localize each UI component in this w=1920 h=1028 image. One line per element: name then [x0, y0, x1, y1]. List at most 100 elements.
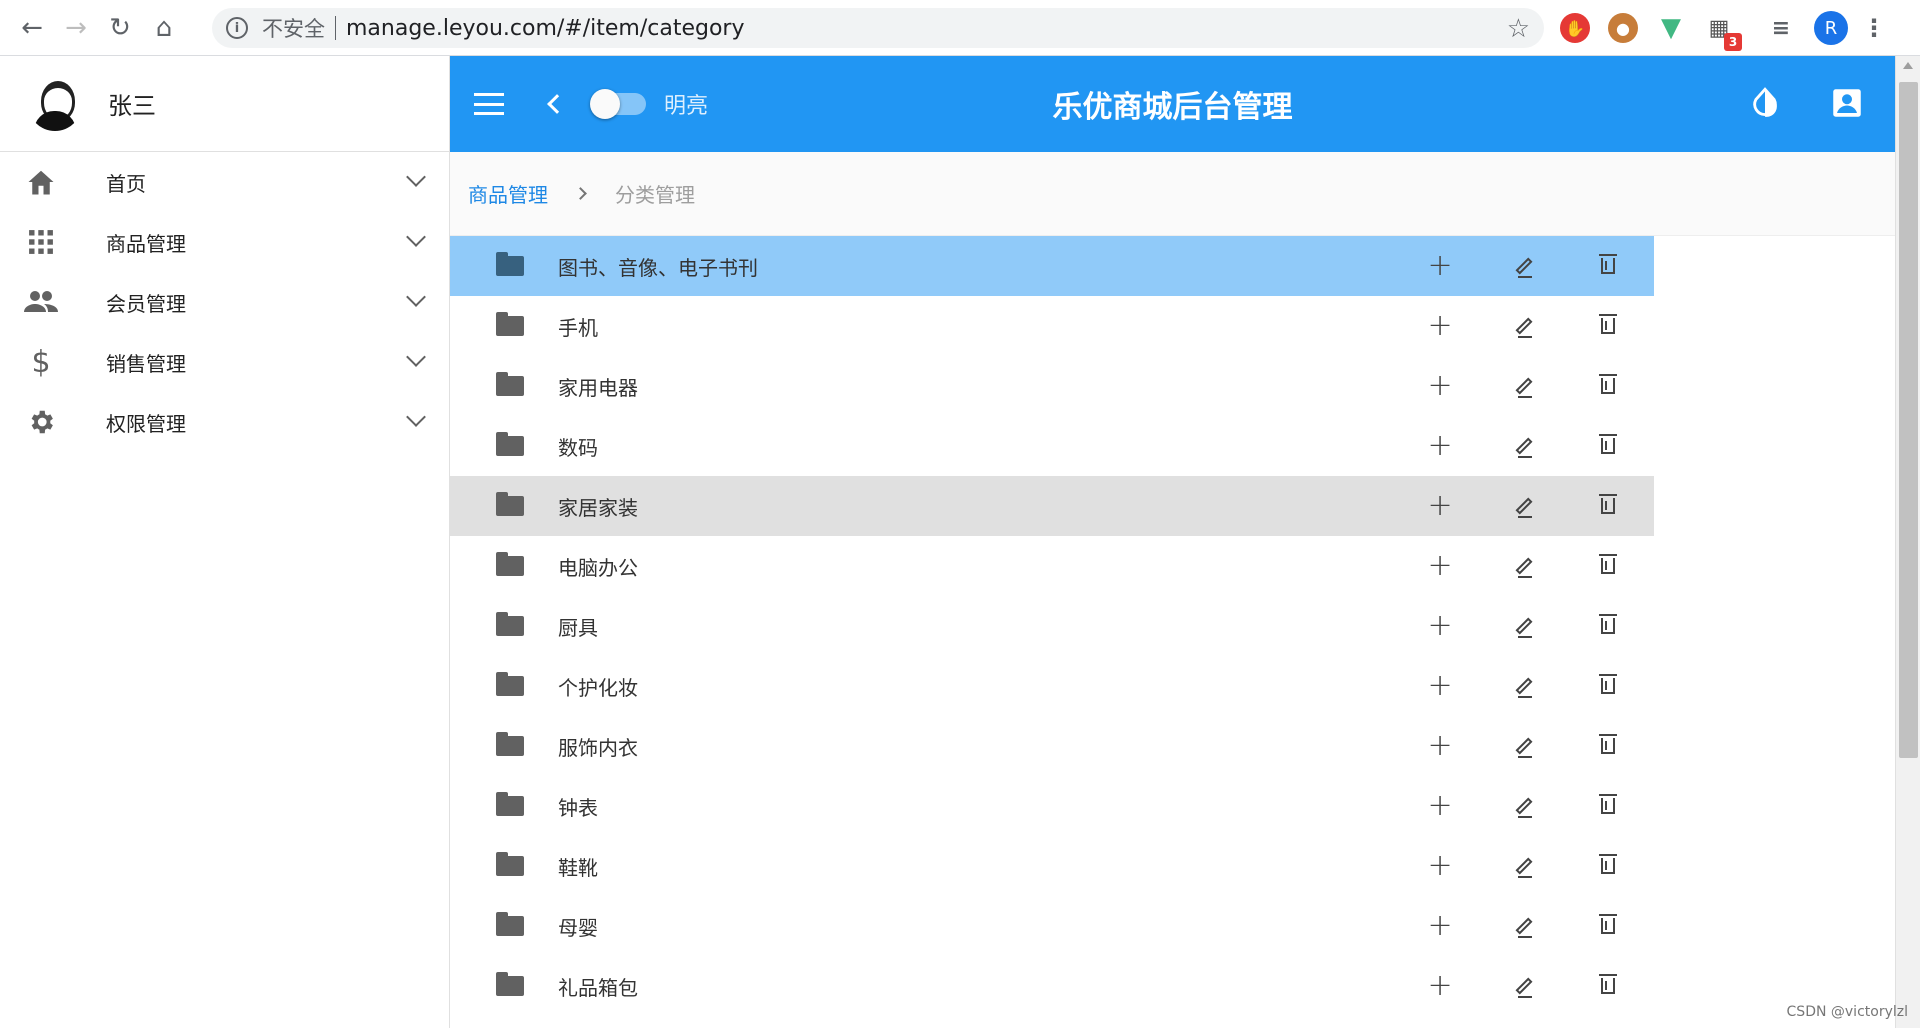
edit-icon[interactable]	[1512, 614, 1536, 638]
tree-row[interactable]: 厨具 +	[450, 596, 1654, 656]
tree-row[interactable]: 母婴 +	[450, 896, 1654, 956]
add-icon[interactable]: +	[1427, 851, 1452, 881]
edit-icon[interactable]	[1512, 254, 1536, 278]
edit-icon[interactable]	[1512, 674, 1536, 698]
edit-icon[interactable]	[1512, 914, 1536, 938]
sidebar-item-home[interactable]: 首页	[0, 152, 449, 212]
edit-icon[interactable]	[1512, 374, 1536, 398]
sidebar-item-label: 商品管理	[106, 231, 186, 256]
media-queue-icon[interactable]: ≡	[1766, 13, 1796, 43]
delete-icon[interactable]	[1596, 674, 1620, 698]
edit-icon[interactable]	[1512, 794, 1536, 818]
tree-row[interactable]: 家用电器 +	[450, 356, 1654, 416]
edit-icon[interactable]	[1512, 854, 1536, 878]
breadcrumb-link-products[interactable]: 商品管理	[468, 179, 548, 208]
add-icon[interactable]: +	[1427, 671, 1452, 701]
edit-underline	[1518, 816, 1532, 818]
account-box-icon[interactable]	[1830, 86, 1864, 120]
tree-row[interactable]: 电脑办公 +	[450, 536, 1654, 596]
edit-icon[interactable]	[1512, 974, 1536, 998]
apps-extension-icon[interactable]: ▦ 3	[1704, 13, 1742, 51]
edit-icon[interactable]	[1512, 494, 1536, 518]
profile-avatar[interactable]: R	[1814, 11, 1848, 45]
chevron-right-icon	[574, 187, 587, 200]
add-icon[interactable]: +	[1427, 911, 1452, 941]
switch-knob	[590, 89, 620, 119]
delete-icon[interactable]	[1596, 254, 1620, 278]
forward-arrow-icon[interactable]: →	[54, 6, 98, 50]
tree-row[interactable]: 数码 +	[450, 416, 1654, 476]
scrollbar-thumb[interactable]	[1899, 82, 1918, 758]
add-icon[interactable]: +	[1427, 431, 1452, 461]
extension-badge: 3	[1724, 33, 1742, 51]
edit-icon[interactable]	[1512, 734, 1536, 758]
delete-icon[interactable]	[1596, 314, 1620, 338]
tree-row[interactable]: 钟表 +	[450, 776, 1654, 836]
sidebar-item-members[interactable]: 会员管理	[0, 272, 449, 332]
delete-icon[interactable]	[1596, 974, 1620, 998]
tree-row[interactable]: 个护化妆 +	[450, 656, 1654, 716]
add-icon[interactable]: +	[1427, 491, 1452, 521]
browser-menu-icon[interactable]: ⋮	[1862, 13, 1886, 43]
add-icon[interactable]: +	[1427, 251, 1452, 281]
add-icon[interactable]: +	[1427, 611, 1452, 641]
delete-icon[interactable]	[1596, 794, 1620, 818]
tree-row[interactable]: 鞋靴 +	[450, 836, 1654, 896]
sidebar-item-permissions[interactable]: 权限管理	[0, 392, 449, 452]
delete-icon[interactable]	[1596, 854, 1620, 878]
url-text[interactable]: manage.leyou.com/#/item/category	[346, 16, 744, 41]
reload-icon[interactable]: ↻	[98, 6, 142, 50]
adblock-extension-icon[interactable]: ✋	[1560, 13, 1590, 43]
add-icon[interactable]: +	[1427, 791, 1452, 821]
sidebar-item-products[interactable]: 商品管理	[0, 212, 449, 272]
folder-icon	[496, 432, 524, 456]
category-label: 钟表	[558, 795, 598, 820]
category-label: 手机	[558, 315, 598, 340]
edit-icon[interactable]	[1512, 554, 1536, 578]
delete-icon[interactable]	[1596, 434, 1620, 458]
tree-row[interactable]: 手机 +	[450, 296, 1654, 356]
sidebar-item-sales[interactable]: $ 销售管理	[0, 332, 449, 392]
chevron-down-icon	[406, 407, 426, 427]
scroll-up-arrow-icon[interactable]	[1903, 62, 1913, 69]
menu-icon[interactable]	[474, 93, 504, 115]
delete-icon[interactable]	[1596, 734, 1620, 758]
theme-switch[interactable]	[590, 89, 646, 119]
info-icon[interactable]: i	[226, 17, 248, 39]
add-icon[interactable]: +	[1427, 371, 1452, 401]
add-icon[interactable]: +	[1427, 971, 1452, 1001]
bookmark-star-icon[interactable]: ☆	[1507, 14, 1530, 44]
tree-row[interactable]: 图书、音像、电子书刊 +	[450, 236, 1654, 296]
collapse-chevron-icon[interactable]	[547, 94, 567, 114]
monkey-extension-icon[interactable]: ●	[1608, 13, 1638, 43]
add-icon[interactable]: +	[1427, 311, 1452, 341]
delete-icon[interactable]	[1596, 494, 1620, 518]
tree-row[interactable]: 服饰内衣 +	[450, 716, 1654, 776]
add-icon[interactable]: +	[1427, 731, 1452, 761]
delete-icon[interactable]	[1596, 914, 1620, 938]
tree-row[interactable]: 家居家装 +	[450, 476, 1654, 536]
home-browser-icon[interactable]: ⌂	[142, 6, 186, 50]
folder-icon	[496, 912, 524, 936]
delete-icon[interactable]	[1596, 374, 1620, 398]
page-scrollbar[interactable]	[1895, 56, 1920, 1028]
add-icon[interactable]: +	[1427, 551, 1452, 581]
avatar	[28, 76, 82, 131]
sidebar-item-label: 权限管理	[106, 411, 186, 436]
dollar-icon: $	[31, 344, 51, 380]
category-label: 厨具	[558, 615, 598, 640]
edit-icon[interactable]	[1512, 314, 1536, 338]
edit-icon[interactable]	[1512, 434, 1536, 458]
tree-row[interactable]: 礼品箱包 +	[450, 956, 1654, 1016]
category-label: 图书、音像、电子书刊	[558, 255, 758, 280]
vue-devtools-icon[interactable]: ▼	[1656, 13, 1686, 43]
delete-icon[interactable]	[1596, 554, 1620, 578]
edit-underline	[1518, 996, 1532, 998]
invert-colors-icon[interactable]	[1748, 86, 1782, 120]
home-icon	[24, 168, 58, 196]
delete-icon[interactable]	[1596, 614, 1620, 638]
folder-icon	[496, 552, 524, 576]
category-label: 电脑办公	[558, 555, 638, 580]
address-bar[interactable]: i 不安全 manage.leyou.com/#/item/category ☆	[212, 8, 1544, 48]
back-arrow-icon[interactable]: ←	[10, 6, 54, 50]
